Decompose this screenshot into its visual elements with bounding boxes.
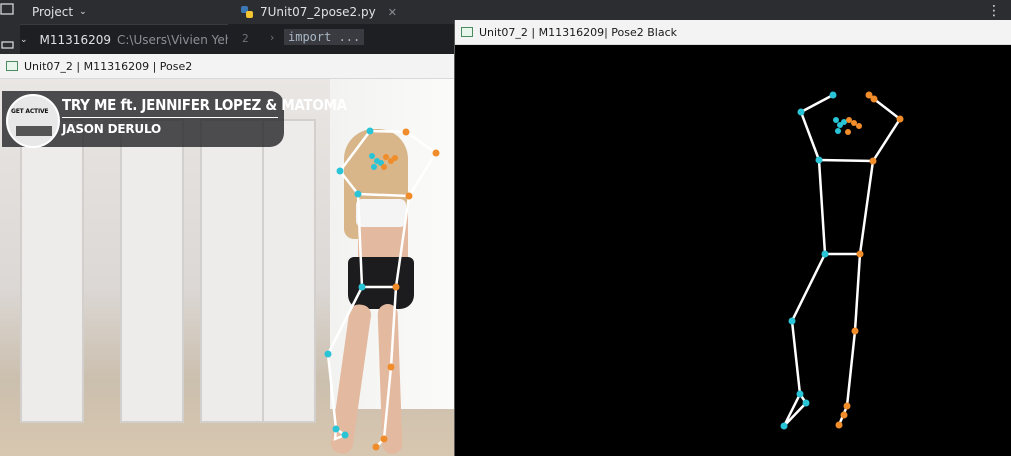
- pose-canvas: [455, 45, 1011, 452]
- skeleton-lines: [782, 93, 902, 427]
- code-line[interactable]: import ...: [284, 29, 365, 45]
- video-frame: GET ACTIVE TRY ME ft. JENNIFER LOPEZ & M…: [0, 79, 454, 456]
- pose-skeleton: [780, 91, 904, 430]
- close-icon[interactable]: ✕: [388, 6, 397, 19]
- skeleton-lines: [326, 129, 438, 448]
- project-menu-button[interactable]: Project ⌄: [32, 2, 87, 22]
- pose-black-window[interactable]: Unit07_2 | M11316209| Pose2 Black: [454, 20, 1011, 456]
- editor-tab[interactable]: 7Unit07_2pose2.py ✕: [230, 0, 407, 26]
- window-app-icon: [461, 27, 473, 37]
- ide-sidebar-strip: [0, 0, 20, 56]
- window-title: Unit07_2 | M11316209| Pose2 Black: [479, 25, 677, 39]
- project-label: Project: [32, 5, 74, 19]
- badge-figure: [16, 126, 52, 136]
- tree-folder-name: M11316209: [39, 33, 111, 47]
- code-editor[interactable]: 2 › import ...: [228, 24, 454, 56]
- project-tree-root[interactable]: ⌄ M11316209 C:\Users\Vivien Yeh: [20, 28, 230, 52]
- python-file-icon: [241, 6, 253, 18]
- window-titlebar[interactable]: Unit07_2 | M11316209 | Pose2: [0, 54, 454, 79]
- line-number: 2: [242, 32, 249, 45]
- folder-icon[interactable]: [0, 0, 20, 56]
- window-title: Unit07_2 | M11316209 | Pose2: [24, 59, 193, 73]
- tree-folder-path: C:\Users\Vivien Yeh: [116, 33, 230, 47]
- song-artist: JASON DERULO: [62, 122, 161, 136]
- song-banner: GET ACTIVE TRY ME ft. JENNIFER LOPEZ & M…: [2, 91, 347, 148]
- chevron-right-icon[interactable]: ›: [270, 31, 274, 44]
- get-active-badge: GET ACTIVE: [6, 94, 60, 148]
- badge-text: GET ACTIVE: [11, 108, 49, 115]
- chevron-down-icon[interactable]: ⌄: [20, 35, 28, 45]
- chevron-down-icon: ⌄: [79, 7, 87, 17]
- song-title: TRY ME ft. JENNIFER LOPEZ & MATOMA: [62, 96, 347, 114]
- tab-label: 7Unit07_2pose2.py: [260, 5, 376, 19]
- window-titlebar[interactable]: Unit07_2 | M11316209| Pose2 Black: [455, 20, 1011, 45]
- window-app-icon: [6, 61, 18, 71]
- more-options-icon[interactable]: ⋮: [987, 3, 1001, 19]
- pose-video-window[interactable]: Unit07_2 | M11316209 | Pose2 GET ACTIVE …: [0, 54, 454, 456]
- banner-divider: [62, 117, 278, 118]
